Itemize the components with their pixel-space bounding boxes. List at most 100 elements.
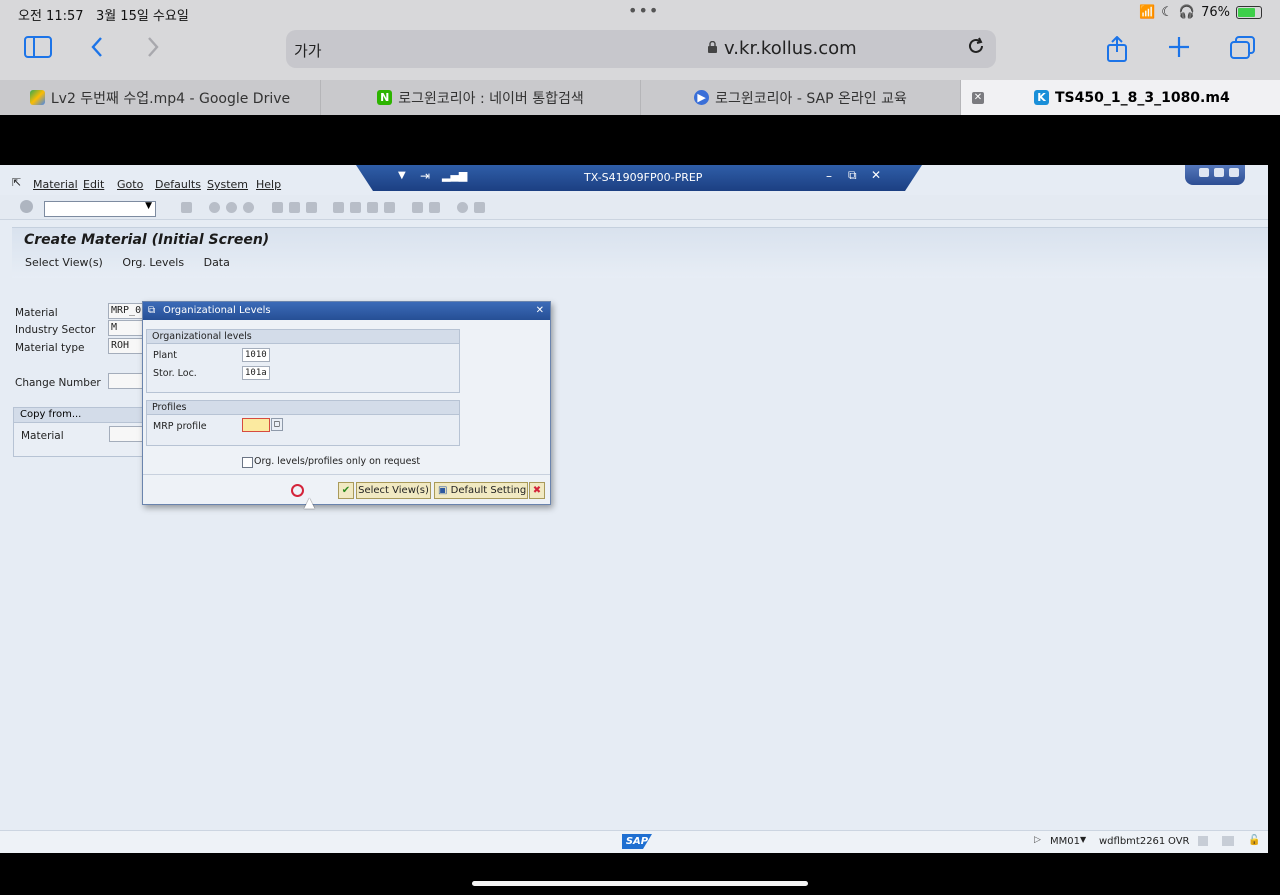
title-area: Create Material (Initial Screen) Select … — [12, 227, 1268, 278]
reload-icon[interactable] — [966, 36, 986, 61]
click-indicator-icon — [291, 484, 304, 497]
dropdown-icon[interactable]: ▼ — [398, 170, 406, 181]
help-icon[interactable] — [457, 202, 468, 213]
battery-percent: 76% — [1201, 5, 1230, 20]
back-icon[interactable] — [209, 202, 220, 213]
last-page-icon[interactable] — [384, 202, 395, 213]
material-type-label: Material type — [15, 342, 85, 354]
enter-icon[interactable] — [20, 200, 33, 213]
page-title: Create Material (Initial Screen) — [24, 232, 270, 248]
only-on-request-checkbox[interactable] — [242, 457, 253, 468]
play-icon: ▶ — [694, 90, 710, 105]
application-toolbar: Select View(s) Org. Levels Data — [12, 256, 233, 269]
change-number-field[interactable] — [108, 373, 146, 389]
chevron-left-icon[interactable] — [90, 36, 104, 64]
first-page-icon[interactable] — [333, 202, 344, 213]
close-icon[interactable]: ✕ — [871, 168, 881, 182]
industry-sector-label: Industry Sector — [15, 324, 96, 336]
tab-naver[interactable]: N 로그윈코리아 : 네이버 통합검색 — [321, 80, 641, 115]
value-help-icon[interactable]: ◻ — [271, 418, 283, 431]
system-title: TX-S41909FP00-PREP — [584, 171, 703, 184]
sidebar-icon[interactable] — [24, 36, 52, 64]
multitask-dots[interactable]: ••• — [628, 1, 659, 20]
new-session-icon[interactable] — [412, 202, 423, 213]
cancel-icon[interactable] — [243, 202, 254, 213]
tab-google-drive[interactable]: Lv2 두번째 수업.mp4 - Google Drive — [0, 80, 321, 115]
close-tab-icon[interactable]: ✕ — [972, 91, 984, 104]
tabs-icon[interactable] — [1230, 36, 1256, 66]
menu-defaults[interactable]: Defaults — [155, 178, 201, 191]
menu-system[interactable]: System — [207, 178, 248, 191]
chevron-down-icon[interactable]: ▼ — [145, 201, 152, 211]
industry-sector-field[interactable]: M Mech — [108, 320, 146, 336]
maximize-icon[interactable] — [1214, 168, 1224, 177]
sap-standard-toolbar: ▼ — [0, 195, 1268, 220]
exit-icon[interactable] — [226, 202, 237, 213]
org-levels-group: Organizational levels Plant 1010 Stor. L… — [146, 329, 460, 393]
menu-edit[interactable]: Edit — [83, 178, 104, 191]
address-bar[interactable]: 가가 v.kr.kollus.com — [286, 30, 996, 68]
save-icon[interactable] — [181, 202, 192, 213]
text-size-button[interactable]: 가가 — [294, 40, 322, 61]
profiles-group-header: Profiles — [147, 401, 459, 415]
material-type-field[interactable]: ROH Ra — [108, 338, 146, 354]
menu-icon[interactable]: ⇱ — [12, 176, 21, 189]
moon-icon: ☾ — [1161, 5, 1173, 20]
tab-kollus-video[interactable]: ✕ K TS450_1_8_3_1080.m4 — [961, 80, 1280, 115]
org-levels-button[interactable]: Org. Levels — [122, 256, 184, 269]
copy-from-header: Copy from... — [14, 408, 144, 423]
plant-field[interactable]: 1010 — [242, 348, 270, 362]
insert-mode[interactable]: OVR — [1168, 836, 1189, 847]
sap-status-bar: SAP ▷ MM01 ▼ wdflbmt2261 OVR 🔓 — [0, 830, 1268, 853]
select-views-dialog-button[interactable]: Select View(s) — [356, 482, 431, 499]
data-button[interactable]: Data — [204, 256, 230, 269]
battery-icon — [1236, 6, 1262, 19]
copy-material-field[interactable] — [109, 426, 145, 442]
url-text[interactable]: v.kr.kollus.com — [724, 38, 857, 59]
dialog-titlebar: ⧉ Organizational Levels ✕ — [143, 302, 550, 320]
previous-page-icon[interactable] — [350, 202, 361, 213]
layout-icon[interactable] — [474, 202, 485, 213]
storage-location-field[interactable]: 101a — [242, 366, 270, 380]
change-number-label: Change Number — [15, 377, 101, 389]
cancel-x-icon[interactable]: ✖ — [529, 482, 545, 499]
signal-icon: ▂▄▆ — [442, 169, 468, 182]
menu-goto[interactable]: Goto — [117, 178, 143, 191]
dialog-title: Organizational Levels — [163, 305, 271, 316]
tab-sap-education[interactable]: ▶ 로그윈코리아 - SAP 온라인 교육 — [641, 80, 961, 115]
share-icon[interactable] — [1106, 35, 1128, 68]
shortcut-icon[interactable] — [429, 202, 440, 213]
minimize-icon[interactable] — [1199, 168, 1209, 177]
select-views-button[interactable]: Select View(s) — [25, 256, 103, 269]
minimize-icon[interactable]: – — [826, 169, 832, 183]
save-icon: ▣ — [438, 485, 448, 496]
chevron-right-icon[interactable] — [146, 36, 160, 64]
close-icon[interactable] — [1229, 168, 1239, 177]
next-page-icon[interactable] — [367, 202, 378, 213]
sap-logo: SAP — [622, 834, 652, 849]
expand-status-icon[interactable]: ▷ — [1034, 835, 1041, 845]
home-indicator — [472, 881, 808, 886]
print-icon[interactable] — [272, 202, 283, 213]
pin-icon[interactable]: ⇥ — [420, 169, 430, 183]
find-next-icon[interactable] — [306, 202, 317, 213]
org-levels-group-header: Organizational levels — [147, 330, 459, 344]
command-field[interactable]: ▼ — [44, 201, 156, 217]
menu-help[interactable]: Help — [256, 178, 281, 191]
plus-icon[interactable] — [1168, 36, 1190, 64]
lock-icon — [707, 38, 724, 59]
close-icon[interactable]: ✕ — [536, 302, 544, 320]
server-name: wdflbmt2261 — [1099, 836, 1166, 847]
mrp-profile-label: MRP profile — [153, 421, 207, 432]
restore-icon[interactable]: ⧉ — [848, 168, 857, 183]
find-icon[interactable] — [289, 202, 300, 213]
material-field[interactable]: MRP_0 — [108, 303, 146, 319]
default-setting-button[interactable]: ▣ Default Setting — [434, 482, 528, 499]
confirm-check-icon[interactable]: ✔ — [338, 482, 354, 499]
headphones-icon: 🎧 — [1178, 5, 1196, 20]
chevron-down-icon[interactable]: ▼ — [1080, 835, 1086, 844]
menu-material[interactable]: Material — [33, 178, 78, 191]
window-controls — [1185, 165, 1245, 185]
mrp-profile-field[interactable] — [242, 418, 270, 432]
safari-tab-strip: Lv2 두번째 수업.mp4 - Google Drive N 로그윈코리아 :… — [0, 80, 1280, 115]
